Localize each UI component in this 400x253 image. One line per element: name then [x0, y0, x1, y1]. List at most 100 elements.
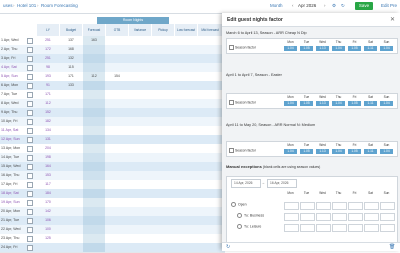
period-label[interactable]: Apr 2026 — [298, 3, 316, 8]
radio-icon[interactable] — [237, 224, 242, 229]
row-checkbox[interactable] — [27, 101, 33, 107]
factor-value[interactable]: 1.04 — [380, 101, 393, 106]
table-cell[interactable] — [83, 99, 105, 108]
table-cell[interactable] — [83, 225, 105, 234]
exception-cell[interactable] — [284, 202, 299, 210]
from-date-field[interactable]: 14 Apr, 2026 — [231, 179, 261, 188]
exception-cell[interactable] — [332, 202, 347, 210]
table-cell[interactable] — [83, 108, 105, 117]
exception-cell[interactable] — [316, 224, 331, 232]
table-cell[interactable] — [83, 63, 105, 72]
exception-cell[interactable] — [300, 202, 315, 210]
exception-cell[interactable] — [284, 224, 299, 232]
radio-icon[interactable] — [231, 202, 236, 207]
factor-value[interactable]: 1.04 — [284, 101, 297, 106]
option-leisure[interactable]: Tu: Leisure — [237, 224, 261, 229]
edit-link[interactable]: Edit Pre — [381, 3, 397, 8]
factor-value[interactable]: 1.13 — [316, 46, 329, 51]
close-icon[interactable]: ✕ — [390, 16, 395, 23]
exception-cell[interactable] — [300, 213, 315, 221]
factor-value[interactable]: 1.04 — [284, 46, 297, 51]
row-checkbox[interactable] — [27, 38, 33, 44]
refresh-icon[interactable]: ↻ — [226, 244, 230, 250]
row-checkbox[interactable] — [27, 146, 33, 152]
settings-icon[interactable]: ⚙ — [332, 3, 336, 9]
factor-value[interactable]: 1.13 — [316, 149, 329, 154]
factor-value[interactable]: 1.04 — [332, 101, 345, 106]
table-cell[interactable] — [83, 81, 105, 90]
table-cell[interactable] — [83, 207, 105, 216]
row-checkbox[interactable] — [27, 236, 33, 242]
row-checkbox[interactable] — [27, 209, 33, 215]
row-checkbox[interactable] — [27, 218, 33, 224]
chevron-left-icon[interactable]: ‹ — [292, 3, 294, 8]
row-checkbox[interactable] — [27, 173, 33, 179]
exception-cell[interactable] — [364, 202, 379, 210]
radio-icon[interactable] — [237, 213, 242, 218]
table-cell[interactable] — [83, 126, 105, 135]
breadcrumb-item[interactable]: Hotel 101 — [17, 3, 36, 8]
exception-cell[interactable] — [348, 202, 363, 210]
table-cell[interactable] — [83, 144, 105, 153]
checkbox[interactable] — [229, 100, 234, 105]
row-checkbox[interactable] — [27, 155, 33, 161]
factor-value[interactable]: 1.05 — [348, 149, 361, 154]
exception-cell[interactable] — [332, 224, 347, 232]
table-cell[interactable] — [83, 90, 105, 99]
table-cell[interactable] — [83, 180, 105, 189]
checkbox[interactable] — [229, 45, 234, 50]
factor-value[interactable]: 1.05 — [300, 149, 313, 154]
factor-value[interactable]: 1.04 — [380, 149, 393, 154]
row-checkbox[interactable] — [27, 65, 33, 71]
row-checkbox[interactable] — [27, 47, 33, 53]
table-cell[interactable] — [83, 234, 105, 243]
table-cell[interactable] — [83, 117, 105, 126]
exception-cell[interactable] — [284, 213, 299, 221]
row-checkbox[interactable] — [27, 119, 33, 125]
save-button[interactable]: Save — [355, 2, 373, 10]
row-checkbox[interactable] — [27, 128, 33, 134]
exception-cell[interactable] — [316, 213, 331, 221]
row-checkbox[interactable] — [27, 191, 33, 197]
delete-icon[interactable]: 🗑 — [389, 244, 395, 250]
factor-value[interactable]: 1.04 — [332, 149, 345, 154]
row-checkbox[interactable] — [27, 92, 33, 98]
factor-value[interactable]: 1.04 — [284, 149, 297, 154]
table-cell[interactable] — [83, 162, 105, 171]
row-checkbox[interactable] — [27, 245, 33, 251]
row-checkbox[interactable] — [27, 74, 33, 80]
table-cell[interactable]: 163 — [83, 36, 105, 45]
option-business[interactable]: Tu: Business — [237, 213, 264, 218]
chevron-right-icon[interactable]: › — [324, 3, 326, 8]
refresh-icon[interactable]: ↻ — [341, 3, 345, 9]
exception-cell[interactable] — [300, 224, 315, 232]
table-cell[interactable] — [83, 198, 105, 207]
factor-value[interactable]: 1.11 — [364, 46, 377, 51]
table-cell[interactable]: 112 — [83, 72, 105, 81]
factor-value[interactable]: 1.13 — [316, 101, 329, 106]
table-cell[interactable] — [83, 135, 105, 144]
row-checkbox[interactable] — [27, 137, 33, 143]
factor-value[interactable]: 1.04 — [380, 46, 393, 51]
exception-cell[interactable] — [316, 202, 331, 210]
factor-value[interactable]: 1.05 — [300, 46, 313, 51]
factor-value[interactable]: 1.05 — [300, 101, 313, 106]
exception-cell[interactable] — [380, 213, 395, 221]
exception-cell[interactable] — [332, 213, 347, 221]
option-open[interactable]: Open — [231, 202, 247, 207]
table-cell[interactable] — [83, 54, 105, 63]
exception-cell[interactable] — [348, 224, 363, 232]
view-mode-month[interactable]: Month — [270, 3, 283, 8]
table-cell[interactable] — [83, 189, 105, 198]
exception-cell[interactable] — [348, 213, 363, 221]
breadcrumb-item[interactable]: Room Forecasting — [41, 3, 78, 8]
table-cell[interactable] — [83, 153, 105, 162]
row-checkbox[interactable] — [27, 227, 33, 233]
factor-value[interactable]: 1.11 — [364, 101, 377, 106]
factor-value[interactable]: 1.05 — [348, 101, 361, 106]
row-checkbox[interactable] — [27, 110, 33, 116]
to-date-field[interactable]: 16 Apr, 2026 — [267, 179, 297, 188]
exception-cell[interactable] — [364, 224, 379, 232]
row-checkbox[interactable] — [27, 164, 33, 170]
row-checkbox[interactable] — [27, 56, 33, 62]
